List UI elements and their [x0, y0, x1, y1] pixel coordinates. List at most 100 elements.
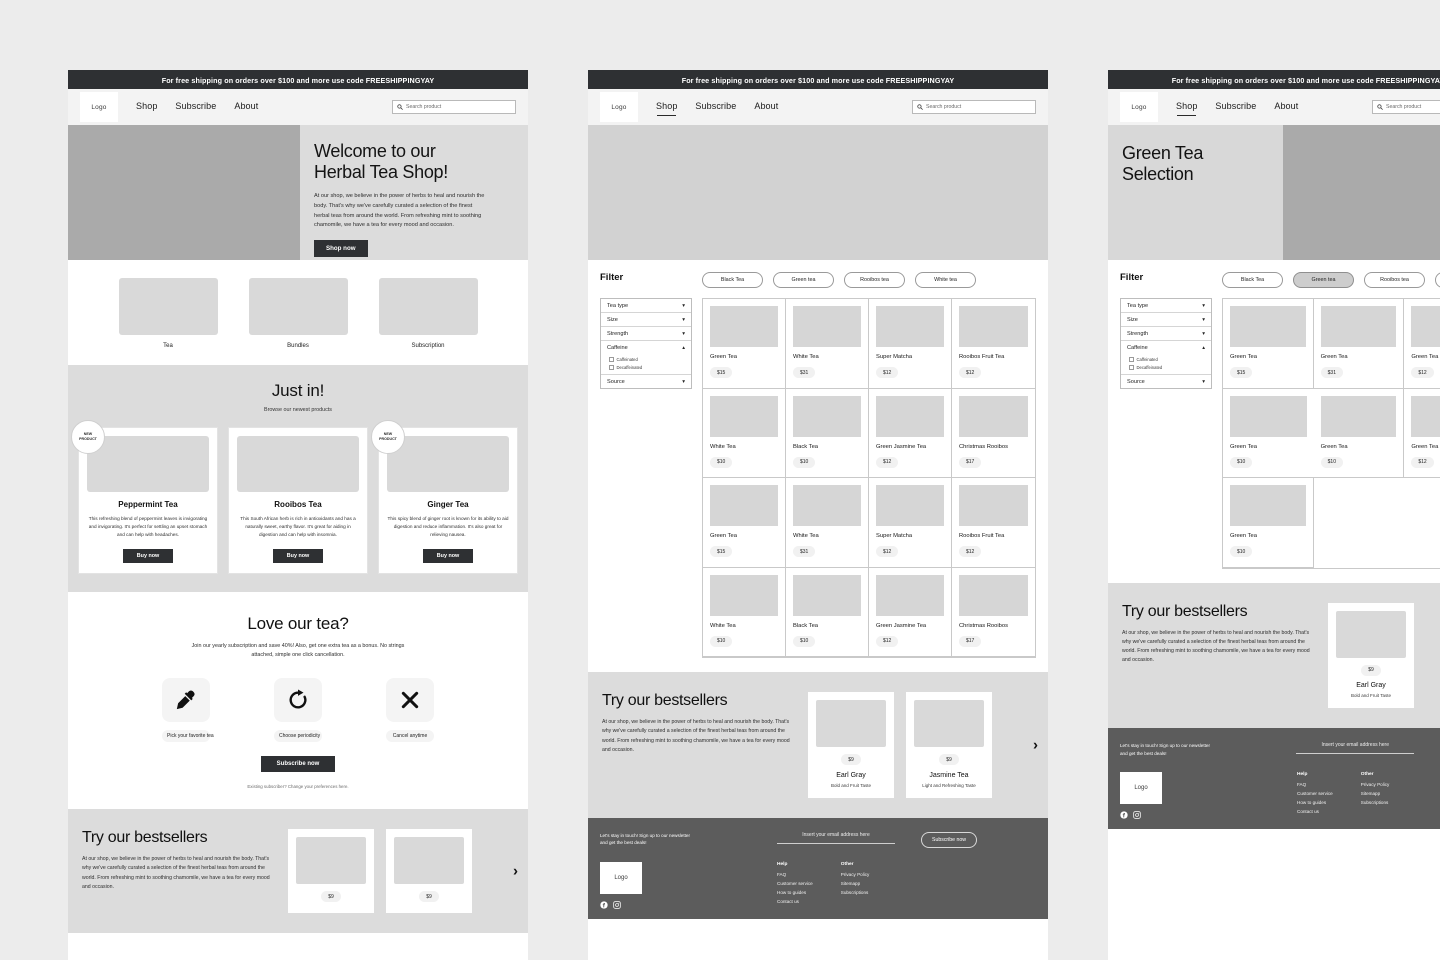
product-grid-cell[interactable]: Green Jasmine Tea $12	[869, 388, 952, 478]
bestseller-card[interactable]: $9 Jasmine Tea Light and Refreshing Tast…	[906, 692, 992, 798]
product-grid-cell[interactable]: White Tea $31	[786, 478, 869, 568]
filter-chip-rooibos-tea[interactable]: Rooibos tea	[1364, 272, 1425, 288]
filter-chip-black-tea[interactable]: Black Tea	[1222, 272, 1283, 288]
filter-group-caffeine[interactable]: Caffeine ▴	[601, 341, 691, 354]
footer-logo[interactable]: Logo	[600, 861, 642, 894]
logo[interactable]: Logo	[1120, 92, 1158, 122]
nav-link-shop[interactable]: Shop	[656, 101, 677, 116]
checkbox-decaffeinated[interactable]: Decaffeinated	[609, 365, 685, 370]
facebook-icon[interactable]	[600, 900, 608, 909]
existing-subscriber-link[interactable]: Existing subscriber? Change your prefere…	[68, 784, 528, 789]
footer-link-privacy-policy[interactable]: Privacy Policy	[1361, 782, 1390, 787]
footer-link-contact-us[interactable]: Contact us	[777, 899, 813, 904]
product-grid-cell[interactable]: Green Tea $12	[1404, 299, 1440, 389]
filter-group-strength[interactable]: Strength ▾	[601, 327, 691, 341]
footer-link-sitemap[interactable]: Sitemapp	[841, 881, 870, 886]
email-input[interactable]: Insert your email address here	[777, 832, 895, 844]
filter-group-size[interactable]: Size ▾	[1121, 313, 1211, 327]
search-input[interactable]: Search product	[392, 100, 516, 114]
buy-now-button[interactable]: Buy now	[122, 548, 174, 563]
nav-link-about[interactable]: About	[754, 101, 778, 113]
footer-link-privacy-policy[interactable]: Privacy Policy	[841, 872, 870, 877]
filter-chip-rooibos-tea[interactable]: Rooibos tea	[844, 272, 905, 288]
footer-link-how-to-guides[interactable]: How to guides	[1297, 800, 1333, 805]
filter-group-tea-type[interactable]: Tea type ▾	[1121, 299, 1211, 313]
product-grid-cell[interactable]: Green Tea $31	[1313, 299, 1405, 389]
nav-link-shop[interactable]: Shop	[1176, 101, 1197, 116]
nav-link-about[interactable]: About	[1274, 101, 1298, 113]
filter-group-tea-type[interactable]: Tea type ▾	[601, 299, 691, 313]
product-grid-cell[interactable]: White Tea $10	[703, 567, 786, 657]
product-grid-cell[interactable]: Green Tea $15	[1223, 299, 1314, 389]
carousel-next-icon[interactable]: ›	[513, 863, 518, 878]
category-card-subscription[interactable]: Subscription	[378, 278, 478, 349]
filter-chip-white-tea[interactable]: White tea	[915, 272, 976, 288]
footer-logo[interactable]: Logo	[1120, 772, 1162, 804]
footer-subscribe-button[interactable]: Subscribe now	[921, 831, 978, 848]
filter-group-size[interactable]: Size ▾	[601, 313, 691, 327]
footer-link-how-to-guides[interactable]: How to guides	[777, 890, 813, 895]
product-grid-cell[interactable]: Green Tea $12	[1404, 388, 1440, 478]
filter-group-source[interactable]: Source ▾	[601, 375, 691, 388]
product-grid-cell[interactable]: Green Jasmine Tea $12	[869, 567, 952, 657]
product-grid-cell[interactable]: Super Matcha $12	[869, 478, 952, 568]
product-card[interactable]: NEW PRODUCT Peppermint Tea This refreshi…	[71, 420, 218, 574]
product-grid-cell[interactable]: Green Tea $10	[1313, 388, 1405, 478]
nav-link-shop[interactable]: Shop	[136, 101, 157, 113]
product-grid-cell[interactable]: White Tea $31	[786, 299, 869, 389]
instagram-icon[interactable]	[613, 900, 621, 909]
logo[interactable]: Logo	[80, 92, 118, 122]
checkbox-caffeinated[interactable]: Caffeinated	[609, 357, 685, 362]
product-grid-cell[interactable]: Green Tea $15	[703, 478, 786, 568]
footer-link-contact-us[interactable]: Contact us	[1297, 809, 1333, 814]
footer-link-customer-service[interactable]: Customer service	[777, 881, 813, 886]
filter-chip-black-tea[interactable]: Black Tea	[702, 272, 763, 288]
product-grid-cell[interactable]: Christmas Rooibos $17	[952, 388, 1035, 478]
filter-group-strength[interactable]: Strength ▾	[1121, 327, 1211, 341]
footer-link-subscriptions[interactable]: Subscriptions	[1361, 800, 1390, 805]
instagram-icon[interactable]	[1133, 811, 1141, 819]
search-input[interactable]: Search product	[1372, 100, 1440, 114]
filter-chip-green-tea[interactable]: Green tea	[1293, 272, 1354, 288]
category-card-bundles[interactable]: Bundles	[248, 278, 348, 349]
bestseller-card[interactable]: $9 Earl Gray Bold and Fruit Taste	[1328, 602, 1414, 708]
product-grid-cell[interactable]: White Tea $10	[703, 388, 786, 478]
product-grid-cell[interactable]: Super Matcha $12	[869, 299, 952, 389]
buy-now-button[interactable]: Buy now	[272, 548, 324, 563]
facebook-icon[interactable]	[1120, 811, 1128, 819]
bestseller-card[interactable]: $9	[288, 829, 374, 913]
shop-now-button[interactable]: Shop now	[314, 239, 368, 257]
nav-link-subscribe[interactable]: Subscribe	[175, 101, 216, 113]
product-grid-cell[interactable]: Black Tea $10	[786, 388, 869, 478]
nav-link-subscribe[interactable]: Subscribe	[1215, 101, 1256, 113]
product-grid-cell[interactable]: Green Tea $10	[1223, 388, 1314, 478]
product-grid-cell[interactable]: Green Tea $15	[703, 299, 786, 389]
product-grid-cell[interactable]: Black Tea $10	[786, 567, 869, 657]
filter-chip-white-tea[interactable]: White tea	[1435, 272, 1440, 288]
nav-link-about[interactable]: About	[234, 101, 258, 113]
product-grid-cell[interactable]: Green Tea $10	[1223, 478, 1314, 568]
search-input[interactable]: Search product	[912, 100, 1036, 114]
buy-now-button[interactable]: Buy now	[422, 548, 474, 563]
filter-chip-green-tea[interactable]: Green tea	[773, 272, 834, 288]
bestseller-card[interactable]: $9 Earl Gray Bold and Fruit Taste	[808, 692, 894, 798]
nav-link-subscribe[interactable]: Subscribe	[695, 101, 736, 113]
product-grid-cell[interactable]: Christmas Rooibos $17	[952, 567, 1035, 657]
product-grid-cell[interactable]: Rooibos Fruit Tea $12	[952, 478, 1035, 568]
product-grid-cell[interactable]: Rooibos Fruit Tea $12	[952, 299, 1035, 389]
bestseller-card[interactable]: $9	[386, 829, 472, 913]
filter-group-caffeine[interactable]: Caffeine ▴	[1121, 341, 1211, 354]
carousel-next-icon[interactable]: ›	[1033, 737, 1038, 752]
product-card[interactable]: Rooibos Tea This South African herb is r…	[228, 427, 368, 574]
footer-link-subscriptions[interactable]: Subscriptions	[841, 890, 870, 895]
footer-link-customer-service[interactable]: Customer service	[1297, 791, 1333, 796]
checkbox-decaffeinated[interactable]: Decaffeinated	[1129, 365, 1205, 370]
filter-group-source[interactable]: Source ▾	[1121, 375, 1211, 388]
footer-link-faq[interactable]: FAQ	[777, 872, 813, 877]
product-card[interactable]: NEW PRODUCT Ginger Tea This spicy blend …	[371, 420, 518, 574]
subscribe-now-button[interactable]: Subscribe now	[260, 756, 336, 773]
footer-link-faq[interactable]: FAQ	[1297, 782, 1333, 787]
checkbox-caffeinated[interactable]: Caffeinated	[1129, 357, 1205, 362]
email-input[interactable]: Insert your email address here	[1296, 742, 1414, 754]
category-card-tea[interactable]: Tea	[118, 278, 218, 349]
